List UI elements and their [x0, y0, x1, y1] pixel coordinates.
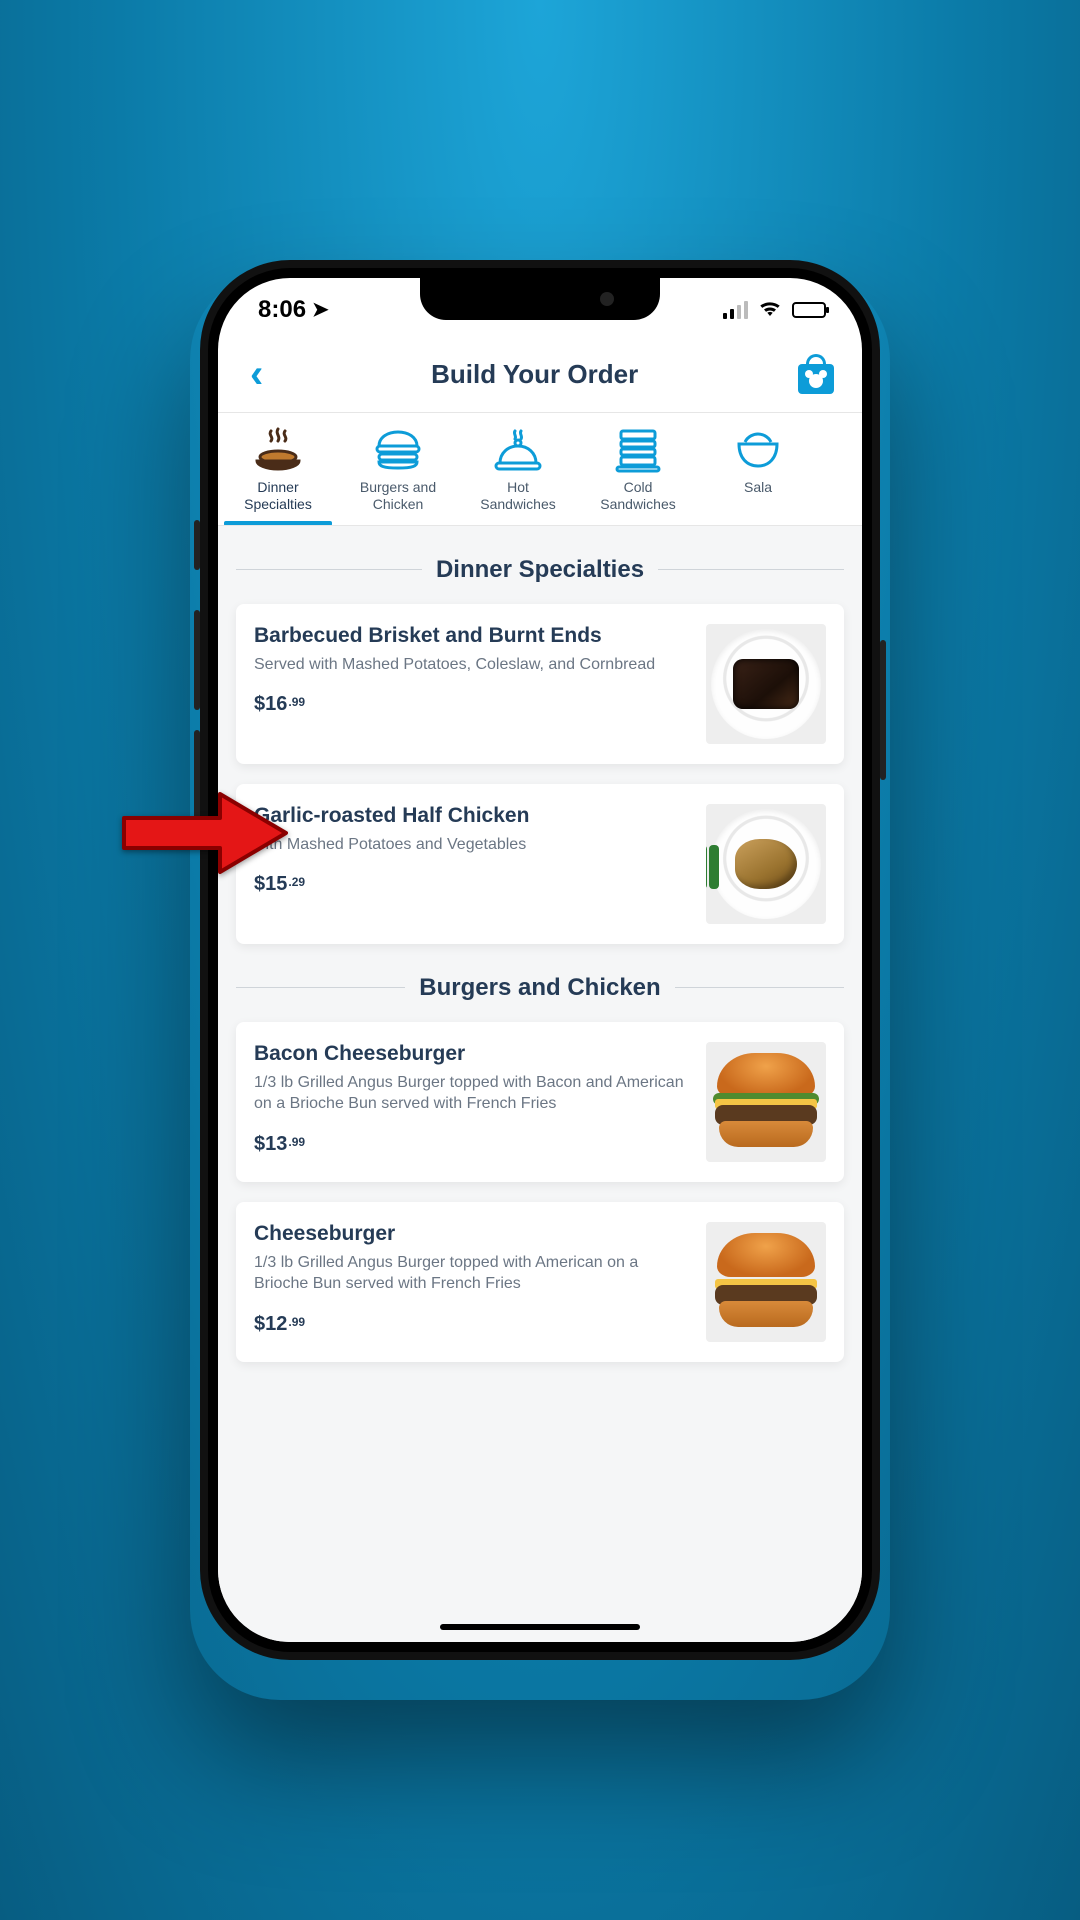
category-tab-4[interactable]: Sala [698, 413, 818, 525]
menu-item-price: $16.99 [254, 693, 690, 716]
cloche-icon [462, 427, 574, 473]
shopping-bag-button[interactable] [798, 354, 834, 394]
menu-item-title: Bacon Cheeseburger [254, 1042, 690, 1066]
tab-label: Burgers andChicken [342, 479, 454, 513]
category-tab-3[interactable]: ColdSandwiches [578, 413, 698, 525]
section-header: Burgers and Chicken [236, 974, 844, 1002]
nav-header: ‹ Build Your Order [218, 334, 862, 413]
dish-steam-icon [222, 427, 334, 473]
menu-scroll[interactable]: Dinner Specialties Barbecued Brisket and… [218, 526, 862, 1642]
cellular-signal-icon [723, 301, 748, 319]
menu-item-1-1[interactable]: Cheeseburger 1/3 lb Grilled Angus Burger… [236, 1202, 844, 1362]
status-time: 8:06 [258, 296, 306, 324]
annotation-arrow-icon [120, 790, 290, 876]
stack-icon [582, 427, 694, 473]
back-button[interactable]: ‹ [242, 354, 271, 394]
section-title: Burgers and Chicken [419, 974, 660, 1002]
location-arrow-icon: ➤ [312, 297, 329, 322]
tab-label: DinnerSpecialties [222, 479, 334, 513]
screen: 8:06 ➤ ‹ Build Your Order [218, 278, 862, 1642]
menu-item-desc: Served with Mashed Potatoes, Coleslaw, a… [254, 654, 690, 676]
burger-icon [342, 427, 454, 473]
menu-item-price: $12.99 [254, 1313, 690, 1336]
menu-item-photo [706, 624, 826, 744]
bowl-icon [702, 427, 814, 473]
menu-item-price: $15.29 [254, 873, 690, 896]
menu-item-photo [706, 1042, 826, 1162]
category-tab-0[interactable]: DinnerSpecialties [218, 413, 338, 525]
menu-item-photo [706, 804, 826, 924]
wifi-icon [758, 297, 782, 323]
menu-item-photo [706, 1222, 826, 1342]
phone-frame: 8:06 ➤ ‹ Build Your Order [200, 260, 880, 1660]
battery-icon [792, 302, 826, 318]
menu-item-0-1[interactable]: Garlic-roasted Half Chicken with Mashed … [236, 784, 844, 944]
tab-label: ColdSandwiches [582, 479, 694, 513]
section-title: Dinner Specialties [436, 556, 644, 584]
menu-item-title: Cheeseburger [254, 1222, 690, 1246]
section-header: Dinner Specialties [236, 556, 844, 584]
category-tab-1[interactable]: Burgers andChicken [338, 413, 458, 525]
home-indicator[interactable] [440, 1624, 640, 1630]
menu-item-price: $13.99 [254, 1133, 690, 1156]
tab-label: HotSandwiches [462, 479, 574, 513]
category-tab-2[interactable]: HotSandwiches [458, 413, 578, 525]
menu-item-1-0[interactable]: Bacon Cheeseburger 1/3 lb Grilled Angus … [236, 1022, 844, 1182]
menu-item-title: Garlic-roasted Half Chicken [254, 804, 690, 828]
menu-item-0-0[interactable]: Barbecued Brisket and Burnt Ends Served … [236, 604, 844, 764]
page-title: Build Your Order [431, 359, 638, 390]
notch [420, 278, 660, 320]
tab-label: Sala [702, 479, 814, 496]
menu-item-desc: 1/3 lb Grilled Angus Burger topped with … [254, 1252, 690, 1295]
category-tabs: DinnerSpecialties Burgers andChicken Hot… [218, 413, 862, 526]
menu-item-desc: with Mashed Potatoes and Vegetables [254, 834, 690, 856]
menu-item-title: Barbecued Brisket and Burnt Ends [254, 624, 690, 648]
menu-item-desc: 1/3 lb Grilled Angus Burger topped with … [254, 1072, 690, 1115]
